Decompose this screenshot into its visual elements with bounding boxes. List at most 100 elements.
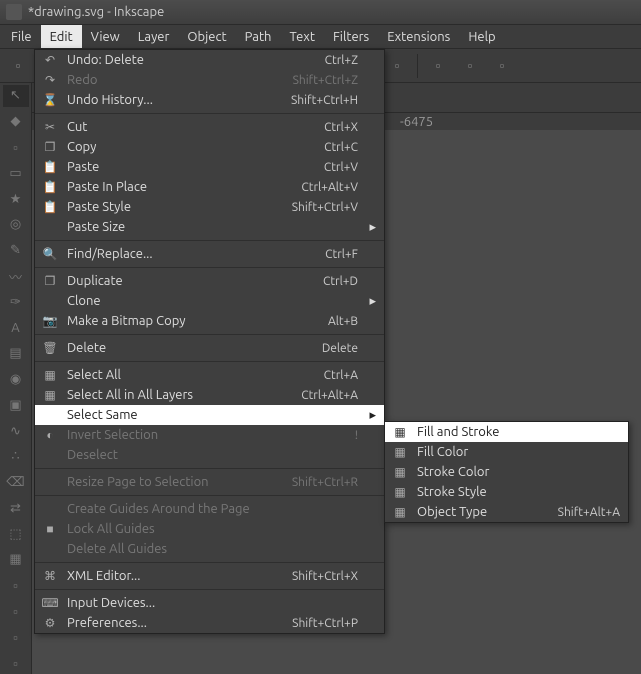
toolbar-misc-icon[interactable]: ▫ bbox=[456, 52, 484, 80]
menu-item-accelerator: Delete bbox=[322, 342, 358, 355]
tool-text[interactable]: A bbox=[3, 317, 29, 339]
menu-item-select-same[interactable]: Select Same▸ bbox=[35, 405, 384, 425]
tool-tweak[interactable]: ∿ bbox=[3, 420, 29, 442]
tool-misc4[interactable]: ▫ bbox=[3, 652, 29, 674]
menu-item-undo-history-[interactable]: ⌛Undo History...Shift+Ctrl+H bbox=[35, 90, 384, 110]
menu-item-label: Paste In Place bbox=[67, 180, 293, 194]
menu-item-accelerator: Shift+Ctrl+R bbox=[292, 476, 358, 489]
menu-text[interactable]: Text bbox=[280, 25, 323, 48]
menu-item-icon: 📋 bbox=[41, 160, 59, 174]
menu-item-icon: ⌘ bbox=[41, 569, 59, 583]
menu-view[interactable]: View bbox=[82, 25, 129, 48]
menu-item-paste[interactable]: 📋PasteCtrl+V bbox=[35, 157, 384, 177]
menu-item-make-a-bitmap-copy[interactable]: 📷Make a Bitmap CopyAlt+B bbox=[35, 311, 384, 331]
menu-item-delete-all-guides: Delete All Guides bbox=[35, 539, 384, 559]
menu-layer[interactable]: Layer bbox=[129, 25, 179, 48]
menu-item-xml-editor-[interactable]: ⌘ XML Editor... Shift+Ctrl+X bbox=[35, 566, 384, 586]
tool-spiral[interactable]: ◎ bbox=[3, 214, 29, 236]
menu-extensions[interactable]: Extensions bbox=[378, 25, 459, 48]
menu-item-preferences-[interactable]: ⚙Preferences...Shift+Ctrl+P bbox=[35, 613, 384, 633]
menu-item-accelerator: Ctrl+C bbox=[324, 141, 358, 154]
menu-filters[interactable]: Filters bbox=[324, 25, 378, 48]
menu-item-delete[interactable]: 🗑DeleteDelete bbox=[35, 338, 384, 358]
menu-edit[interactable]: Edit bbox=[41, 25, 82, 48]
menu-item-icon: ❐ bbox=[41, 274, 59, 288]
menu-item-paste-style[interactable]: 📋Paste StyleShift+Ctrl+V bbox=[35, 197, 384, 217]
tool-spray[interactable]: ∴ bbox=[3, 446, 29, 468]
menu-item-icon: 📋 bbox=[41, 180, 59, 194]
menu-item-create-guides-around-the-page: Create Guides Around the Page bbox=[35, 499, 384, 519]
menu-item-duplicate[interactable]: ❐DuplicateCtrl+D bbox=[35, 271, 384, 291]
menu-item-label: Copy bbox=[67, 140, 316, 154]
menu-item-find-replace-[interactable]: 🔍Find/Replace...Ctrl+F bbox=[35, 244, 384, 264]
menu-item-label: Fill and Stroke bbox=[417, 425, 612, 439]
menu-separator bbox=[35, 113, 384, 114]
menu-item-icon: 📋 bbox=[41, 200, 59, 214]
menu-item-label: XML Editor... bbox=[67, 569, 284, 583]
menu-item-icon: ▦ bbox=[41, 388, 59, 402]
menu-item-label: Invert Selection bbox=[67, 428, 347, 442]
tool-misc3[interactable]: ▫ bbox=[3, 626, 29, 648]
menu-item-accelerator: Shift+Ctrl+X bbox=[292, 570, 358, 583]
tool-rect[interactable]: ▭ bbox=[3, 162, 29, 184]
menu-item-icon: ◐ bbox=[41, 428, 59, 442]
submenu-item-object-type[interactable]: ▦Object TypeShift+Alt+A bbox=[385, 502, 628, 522]
menubar: FileEditViewLayerObjectPathTextFiltersEx… bbox=[0, 25, 641, 49]
menu-item-select-all[interactable]: ▦Select AllCtrl+A bbox=[35, 365, 384, 385]
menu-item-icon: ⌨ bbox=[41, 596, 59, 610]
menu-file[interactable]: File bbox=[2, 25, 41, 48]
menu-item-label: Paste Style bbox=[67, 200, 284, 214]
toolbar-misc-icon[interactable]: ▫ bbox=[424, 52, 452, 80]
menu-item-undo-delete[interactable]: ↶Undo: DeleteCtrl+Z bbox=[35, 50, 384, 70]
menu-item-icon: ▦ bbox=[391, 485, 409, 499]
tool-misc1[interactable]: ▫ bbox=[3, 575, 29, 597]
menu-item-accelerator: ! bbox=[355, 429, 358, 442]
menu-item-copy[interactable]: ❐CopyCtrl+C bbox=[35, 137, 384, 157]
tool-misc2[interactable]: ▫ bbox=[3, 601, 29, 623]
tool-palette: ↖ ◆ ▫ ▭ ★ ◎ ✎ 〰 ✑ A ▤ ◉ ▣ ∿ ∴ ⌫ ⇄ ⬚ ▦ ▫ ▫ ▫ ▫ bbox=[0, 83, 32, 674]
menu-item-paste-in-place[interactable]: 📋Paste In PlaceCtrl+Alt+V bbox=[35, 177, 384, 197]
tool-eraser[interactable]: ⌫ bbox=[3, 472, 29, 494]
menu-item-accelerator: Shift+Ctrl+H bbox=[291, 94, 358, 107]
menu-item-accelerator: Ctrl+Z bbox=[325, 54, 358, 67]
menu-item-resize-page-to-selection: Resize Page to SelectionShift+Ctrl+R bbox=[35, 472, 384, 492]
submenu-item-fill-and-stroke[interactable]: ▦Fill and Stroke bbox=[385, 422, 628, 442]
menu-item-input-devices-[interactable]: ⌨Input Devices... bbox=[35, 593, 384, 613]
tool-dropper[interactable]: ◉ bbox=[3, 369, 29, 391]
menu-object[interactable]: Object bbox=[178, 25, 235, 48]
toolbar-new-icon[interactable]: ▫ bbox=[4, 52, 32, 80]
menu-help[interactable]: Help bbox=[459, 25, 504, 48]
submenu-item-stroke-style[interactable]: ▦Stroke Style bbox=[385, 482, 628, 502]
menu-path[interactable]: Path bbox=[236, 25, 281, 48]
menu-item-icon: ▦ bbox=[391, 465, 409, 479]
tool-calligraphy[interactable]: ✑ bbox=[3, 291, 29, 313]
tool-node[interactable]: ◆ bbox=[3, 111, 29, 133]
menu-item-clone[interactable]: Clone▸ bbox=[35, 291, 384, 311]
toolbar-misc-icon[interactable]: ▫ bbox=[383, 52, 411, 80]
tool-star[interactable]: ★ bbox=[3, 188, 29, 210]
menu-item-accelerator: Ctrl+V bbox=[324, 161, 358, 174]
menu-item-label: Undo History... bbox=[67, 93, 283, 107]
tool-connector[interactable]: ⇄ bbox=[3, 498, 29, 520]
ruler-tick: -6475 bbox=[400, 115, 433, 129]
tool-arrow[interactable]: ↖ bbox=[3, 85, 29, 107]
tool-gradient[interactable]: ▤ bbox=[3, 343, 29, 365]
tool-trace[interactable]: ▦ bbox=[3, 549, 29, 571]
select-same-submenu: ▦Fill and Stroke▦Fill Color▦Stroke Color… bbox=[384, 421, 629, 523]
menu-item-label: Make a Bitmap Copy bbox=[67, 314, 320, 328]
tool-bucket[interactable]: ▣ bbox=[3, 394, 29, 416]
tool-lpe[interactable]: ⬚ bbox=[3, 523, 29, 545]
toolbar-misc-icon[interactable]: ▫ bbox=[488, 52, 516, 80]
menu-item-label: Clone bbox=[67, 294, 350, 308]
tool-▭[interactable]: ▫ bbox=[3, 137, 29, 159]
menu-item-accelerator: Alt+B bbox=[328, 315, 358, 328]
tool-bezier[interactable]: 〰 bbox=[3, 265, 29, 287]
tool-pencil[interactable]: ✎ bbox=[3, 240, 29, 262]
submenu-item-fill-color[interactable]: ▦Fill Color bbox=[385, 442, 628, 462]
menu-separator bbox=[35, 361, 384, 362]
menu-item-lock-all-guides: ■Lock All Guides bbox=[35, 519, 384, 539]
menu-item-cut[interactable]: ✂CutCtrl+X bbox=[35, 117, 384, 137]
submenu-item-stroke-color[interactable]: ▦Stroke Color bbox=[385, 462, 628, 482]
menu-item-paste-size[interactable]: Paste Size▸ bbox=[35, 217, 384, 237]
menu-item-select-all-in-all-layers[interactable]: ▦Select All in All LayersCtrl+Alt+A bbox=[35, 385, 384, 405]
